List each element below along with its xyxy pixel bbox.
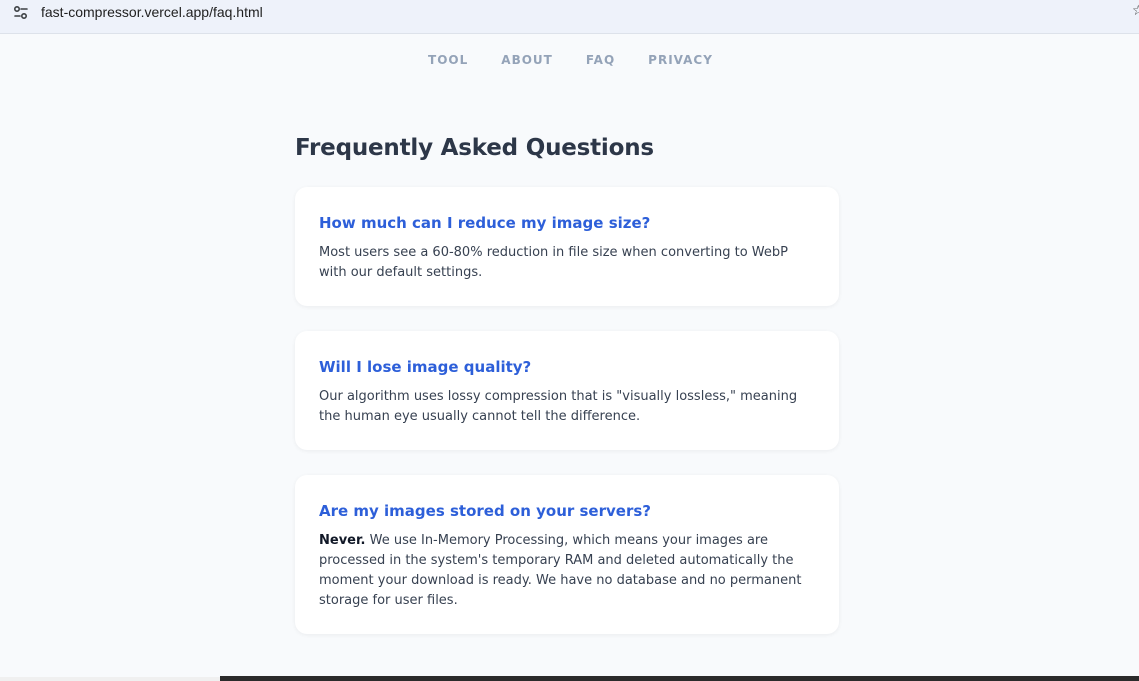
taskbar-edge: [220, 676, 1139, 681]
faq-answer: Most users see a 60-80% reduction in fil…: [319, 243, 815, 283]
faq-answer: Our algorithm uses lossy compression tha…: [319, 387, 815, 427]
faq-question: Are my images stored on your servers?: [319, 502, 651, 520]
faq-answer-text: Most users see a 60-80% reduction in fil…: [319, 245, 788, 280]
faq-card: Are my images stored on your servers? Ne…: [295, 475, 839, 634]
main-nav: TOOL ABOUT FAQ PRIVACY: [0, 51, 1139, 69]
taskbar-edge: [0, 677, 220, 681]
browser-address-bar: fast-compressor.vercel.app/faq.html ☆: [0, 0, 1139, 34]
faq-answer-lead: Never.: [319, 533, 366, 548]
star-icon[interactable]: ☆: [1132, 2, 1139, 20]
url-field[interactable]: fast-compressor.vercel.app/faq.html: [41, 3, 263, 21]
faq-question: How much can I reduce my image size?: [319, 214, 651, 232]
faq-answer-text: We use In-Memory Processing, which means…: [319, 533, 802, 608]
faq-question: Will I lose image quality?: [319, 358, 532, 376]
tune-icon[interactable]: [12, 4, 30, 22]
page-title: Frequently Asked Questions: [295, 135, 654, 161]
faq-answer-text: Our algorithm uses lossy compression tha…: [319, 389, 798, 424]
nav-link-faq[interactable]: FAQ: [586, 51, 615, 69]
faq-answer: Never. We use In-Memory Processing, whic…: [319, 531, 815, 611]
nav-link-tool[interactable]: TOOL: [428, 51, 468, 69]
faq-card: How much can I reduce my image size? Mos…: [295, 187, 839, 306]
faq-card: Will I lose image quality? Our algorithm…: [295, 331, 839, 450]
nav-link-about[interactable]: ABOUT: [501, 51, 553, 69]
nav-link-privacy[interactable]: PRIVACY: [648, 51, 713, 69]
